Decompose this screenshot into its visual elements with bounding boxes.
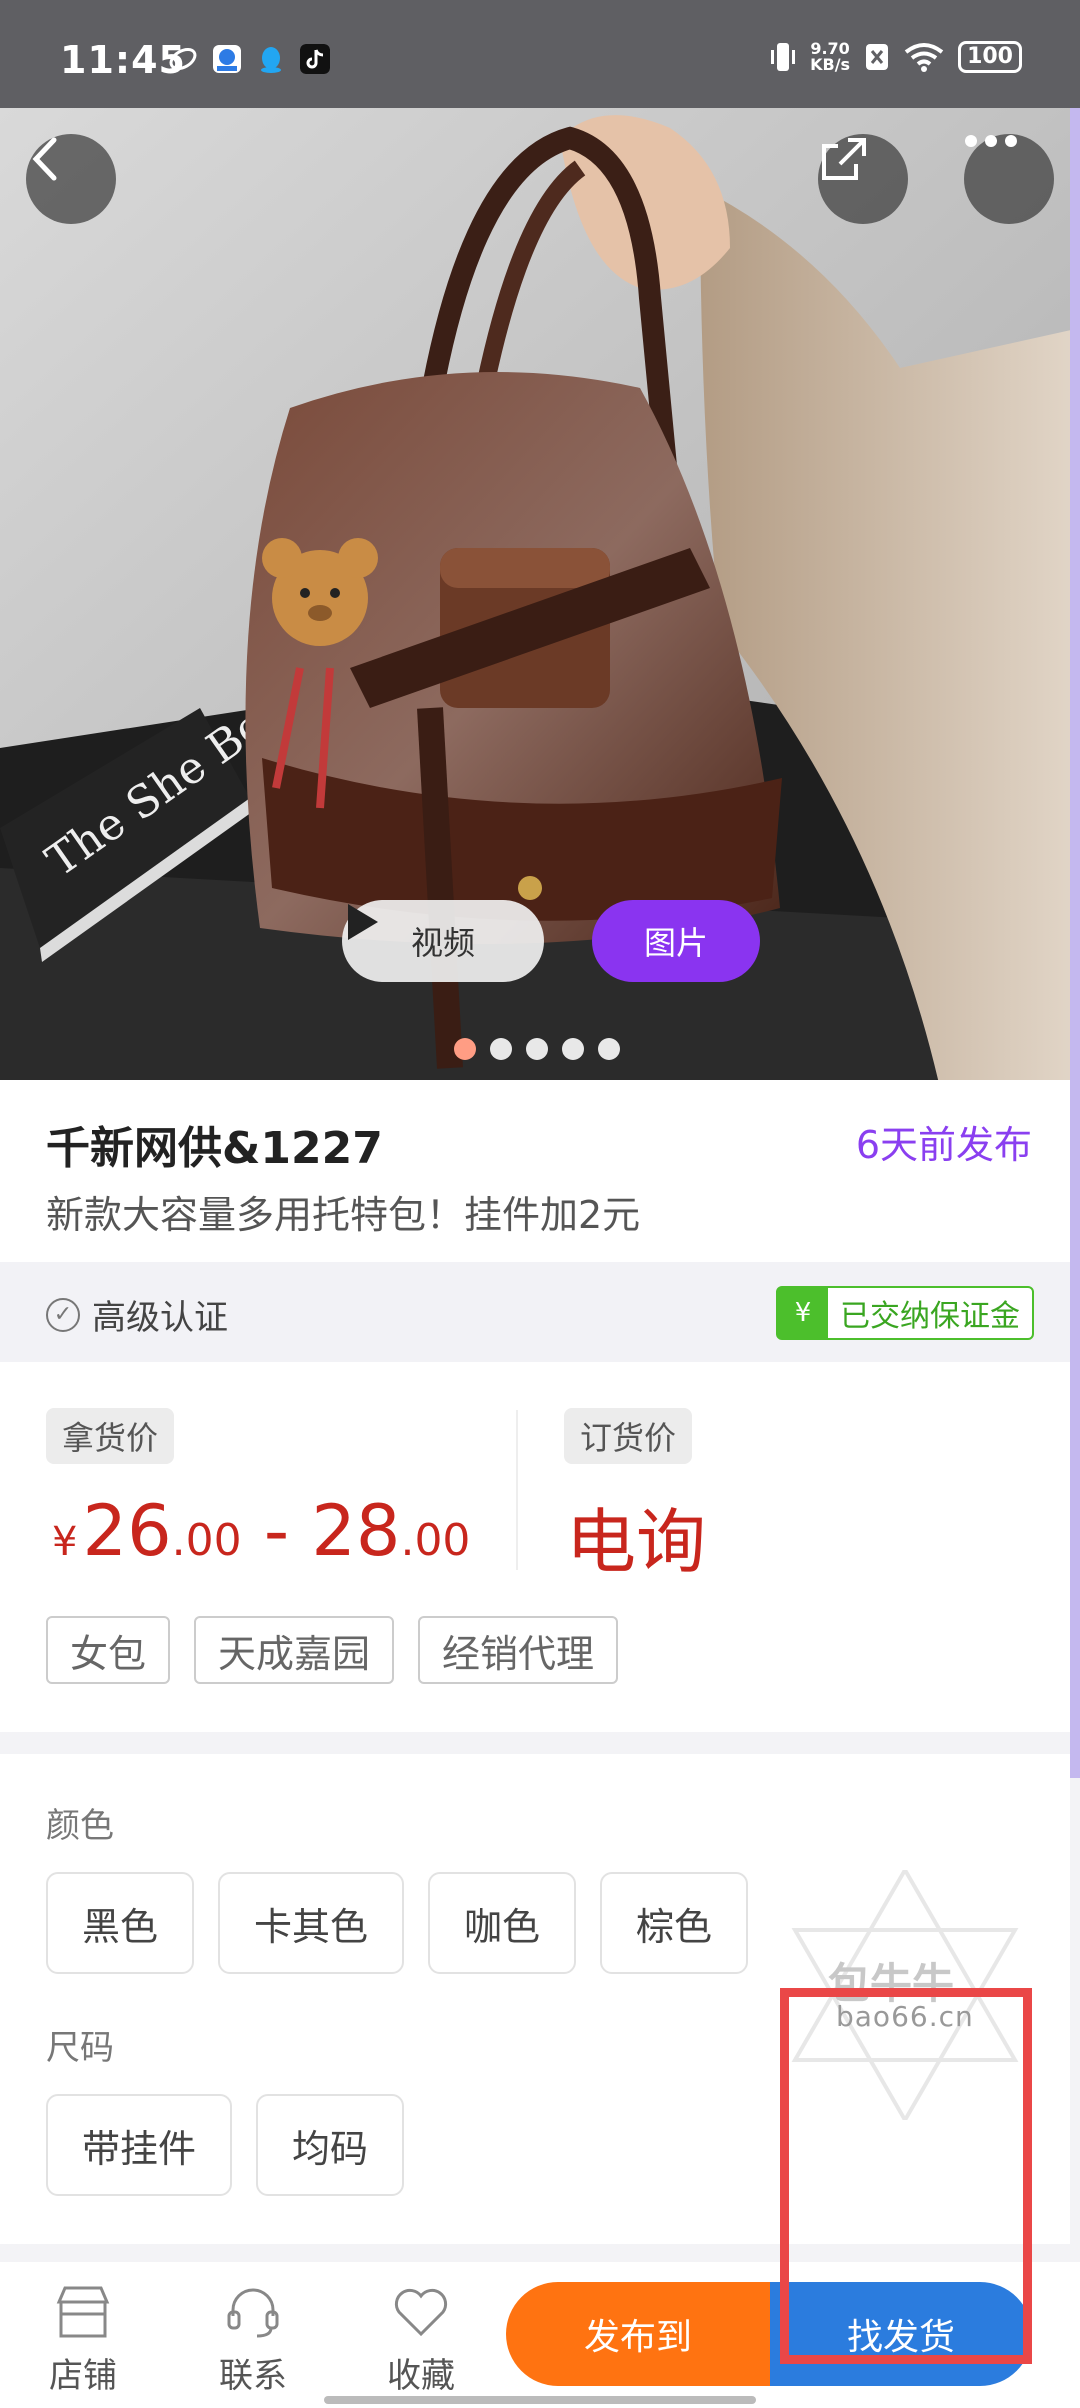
photo-tab-button[interactable]: 图片 [592,900,760,982]
color-options: 黑色 卡其色 咖色 棕色 [46,1872,749,1974]
chevron-left-icon [32,137,57,181]
product-detail-screen: 11:45 9.70 KB/s 100 The She Book 视频 图片 千… [0,0,1080,2408]
carousel-dot [598,1038,620,1060]
shield-yen-icon: ¥ [778,1288,828,1338]
store-button[interactable]: 店铺 [28,2284,138,2397]
heart-icon [394,2288,448,2337]
home-indicator[interactable] [324,2396,756,2404]
color-option[interactable]: 卡其色 [218,1872,405,1974]
deposit-label: 已交纳保证金 [840,1299,1020,1334]
blue-app-icon [213,45,241,73]
play-icon [348,904,378,940]
video-tab-button[interactable]: 视频 [342,900,544,982]
battery-indicator: 100 [958,41,1022,73]
tag-item[interactable]: 经销代理 [418,1616,619,1684]
price-separator: - [241,1490,312,1572]
certification-row: ✓ 高级认证 ¥ 已交纳保证金 [0,1262,1070,1362]
wifi-icon [904,43,944,72]
speed-unit: KB/s [810,55,851,74]
favorite-label: 收藏 [387,2356,455,2396]
bottom-action-bar: 店铺 联系 收藏 发布到 找发货 [0,2262,1080,2408]
price-min-dec: .00 [171,1515,242,1566]
price-max-dec: .00 [400,1515,471,1566]
watermark-domain: bao66.cn [836,2000,974,2033]
photo-label: 图片 [643,924,708,962]
price-section: 拿货价 ¥ 26.00 - 28.00 订货价 电询 女包 天成嘉园 经销代理 [0,1362,1070,1732]
certification-label: 高级认证 [92,1298,228,1338]
contact-label: 联系 [219,2356,287,2396]
publish-button[interactable]: 发布到 [506,2282,770,2386]
check-circle-icon: ✓ [46,1297,80,1332]
color-label: 颜色 [46,1806,114,1846]
posted-time: 6天前发布 [855,1123,1032,1167]
certification-info: ✓ 高级认证 [46,1290,228,1339]
back-button[interactable] [26,134,116,224]
tag-item[interactable]: 女包 [46,1616,171,1684]
size-option[interactable]: 带挂件 [46,2094,233,2196]
color-option[interactable]: 咖色 [428,1872,577,1974]
video-label: 视频 [410,924,475,962]
pickup-price-range: ¥ 26.00 - 28.00 [52,1490,470,1572]
scroll-indicator [1070,108,1080,1778]
price-min-int: 26 [82,1490,172,1572]
order-price-value: 电询 [566,1501,706,1583]
color-option[interactable]: 棕色 [600,1872,749,1974]
more-dots-icon [965,135,1017,147]
notification-icons [168,44,330,74]
carousel-dot [454,1038,476,1060]
size-options: 带挂件 均码 [46,2094,405,2196]
size-option[interactable]: 均码 [256,2094,405,2196]
shop-name[interactable]: 千新网供&1227 [46,1112,383,1176]
currency-symbol: ¥ [52,1519,78,1565]
pickup-price-tag: 拿货价 [46,1408,175,1464]
order-price-tag: 订货价 [564,1408,693,1464]
store-label: 店铺 [49,2356,117,2396]
sim-off-icon [866,44,889,70]
share-icon [822,138,866,180]
carousel-dot [562,1038,584,1060]
product-image-carousel[interactable]: The She Book 视频 图片 [0,108,1080,1080]
status-bar: 11:45 9.70 KB/s 100 [0,0,1080,108]
swirl-app-icon [169,48,197,70]
size-label: 尺码 [46,2028,114,2068]
favorite-button[interactable]: 收藏 [366,2284,476,2397]
price-divider [516,1410,518,1570]
listing-header: 千新网供&1227 6天前发布 新款大容量多用托特包！挂件加2元 [0,1080,1070,1262]
carousel-dot [526,1038,548,1060]
contact-button[interactable]: 联系 [198,2284,308,2397]
find-shipper-button[interactable]: 找发货 [770,2282,1032,2386]
share-button[interactable] [818,134,908,224]
store-icon [56,2286,110,2338]
vibrate-icon [771,43,796,71]
product-tags: 女包 天成嘉园 经销代理 [46,1616,619,1684]
carousel-indicator [454,1038,620,1060]
headset-icon [227,2288,279,2338]
more-options-button[interactable] [964,134,1054,224]
tiktok-icon [300,44,330,74]
system-icons: 9.70 KB/s 100 [770,40,1022,74]
price-max-int: 28 [311,1490,401,1572]
deposit-badge: ¥ 已交纳保证金 [776,1286,1034,1340]
tag-item[interactable]: 天成嘉园 [194,1616,395,1684]
network-speed: 9.70 KB/s [810,41,850,73]
qq-icon [261,47,281,73]
carousel-dot [490,1038,512,1060]
color-option[interactable]: 黑色 [46,1872,195,1974]
product-description: 新款大容量多用托特包！挂件加2元 [46,1193,641,1237]
